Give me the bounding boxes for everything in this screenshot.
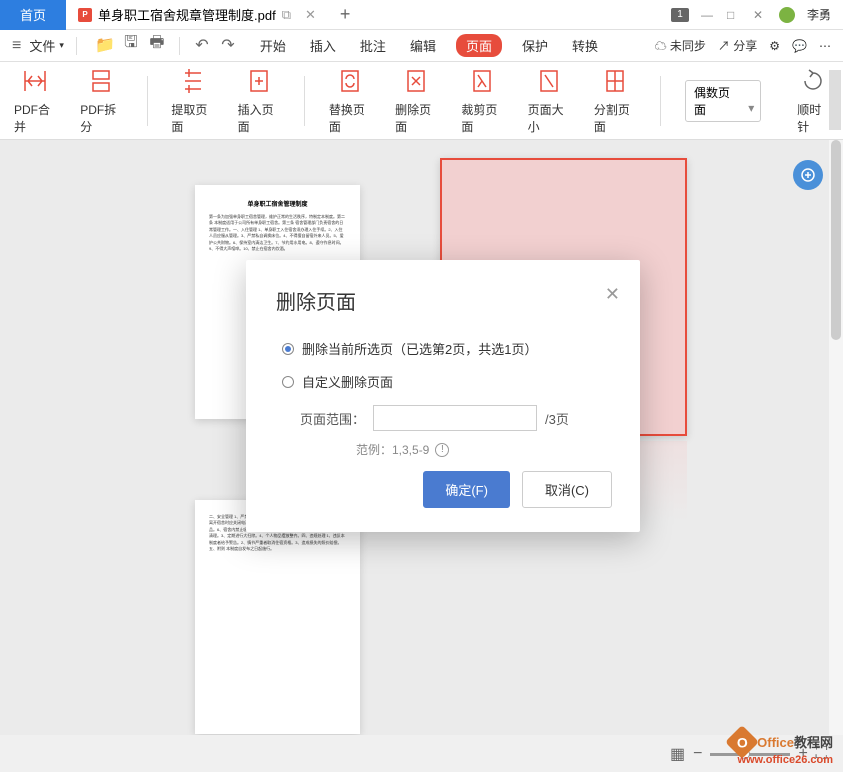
page-size-button[interactable]: 页面大小 — [528, 67, 570, 135]
save-icon[interactable]: 🖫 — [123, 37, 139, 53]
divide-icon — [601, 67, 629, 95]
pdf-merge-button[interactable]: PDF合并 — [14, 67, 56, 135]
range-label: 页面范围： — [300, 409, 365, 428]
user-avatar[interactable] — [779, 7, 795, 23]
toolbar: PDF合并 PDF拆分 提取页面 插入页面 替换页面 删除页面 裁剪页面 页面大… — [0, 62, 843, 140]
cancel-button[interactable]: 取消(C) — [522, 471, 612, 508]
statusbar: ▦ − + ⛶ — [0, 736, 843, 772]
user-name[interactable]: 李勇 — [807, 6, 831, 23]
float-action-button[interactable] — [793, 160, 823, 190]
menubar: ≡ 文件▾ 📁 🖫 🖶 ↶ ↷ 开始 插入 批注 编辑 页面 保护 转换 ☁ 未… — [0, 30, 843, 62]
crop-icon — [468, 67, 496, 95]
replace-page-button[interactable]: 替换页面 — [329, 67, 371, 135]
document-tab[interactable]: P 单身职工宿舍规章管理制度.pdf ⧉ ✕ — [66, 0, 328, 30]
tab-window-icon[interactable]: ⧉ — [282, 7, 291, 23]
notification-badge[interactable]: 1 — [671, 8, 689, 22]
page1-title: 单身职工宿舍管理制度 — [209, 199, 346, 208]
tab-edit[interactable]: 编辑 — [406, 34, 440, 57]
document-name: 单身职工宿舍规章管理制度.pdf — [98, 5, 276, 24]
home-tab[interactable]: 首页 — [0, 0, 66, 30]
settings-icon[interactable]: ⚙ — [769, 39, 780, 53]
vertical-scrollbar[interactable] — [829, 140, 843, 735]
option-custom-delete[interactable]: 自定义删除页面 — [282, 372, 610, 391]
radio-checked-icon — [282, 343, 294, 355]
close-window-icon[interactable]: ✕ — [753, 8, 767, 22]
zoom-out-button[interactable]: − — [693, 745, 702, 763]
replace-icon — [336, 67, 364, 95]
more-icon[interactable]: ⋯ — [819, 39, 831, 53]
extract-page-button[interactable]: 提取页面 — [171, 67, 213, 135]
titlebar: 首页 P 单身职工宿舍规章管理制度.pdf ⧉ ✕ + 1 — □ ✕ 李勇 — [0, 0, 843, 30]
ok-button[interactable]: 确定(F) — [423, 471, 510, 508]
tab-convert[interactable]: 转换 — [568, 34, 602, 57]
crop-page-button[interactable]: 裁剪页面 — [461, 67, 503, 135]
dialog-title: 删除页面 — [276, 286, 610, 315]
view-mode-icon[interactable]: ▦ — [670, 744, 685, 764]
page-filter-select[interactable]: 偶数页面 — [685, 80, 761, 122]
sync-status[interactable]: ☁ 未同步 — [655, 37, 706, 54]
tab-protect[interactable]: 保护 — [518, 34, 552, 57]
example-text: 范例：1,3,5-9 — [356, 441, 429, 458]
feedback-icon[interactable]: 💬 — [792, 39, 807, 53]
print-icon[interactable]: 🖶 — [149, 37, 165, 53]
split-icon — [87, 67, 115, 95]
tab-page[interactable]: 页面 — [456, 34, 502, 57]
add-tab-button[interactable]: + — [328, 4, 363, 25]
info-icon[interactable]: ! — [435, 443, 449, 457]
page-thumbnail-3[interactable]: 二、安全管理 1、严禁在宿舍内使用大功率电器。2、不得私拉乱接电线。3、离开宿舍… — [195, 500, 360, 734]
delete-page-button[interactable]: 删除页面 — [395, 67, 437, 135]
scrollbar-thumb[interactable] — [831, 140, 841, 340]
option-delete-selected[interactable]: 删除当前所选页（已选第2页，共选1页） — [282, 339, 610, 358]
delete-page-dialog: 删除页面 ✕ 删除当前所选页（已选第2页，共选1页） 自定义删除页面 页面范围：… — [246, 260, 640, 532]
file-menu[interactable]: 文件▾ — [29, 36, 64, 55]
rotate-button[interactable]: 顺时针 — [797, 67, 829, 135]
pdf-split-button[interactable]: PDF拆分 — [80, 67, 122, 135]
maximize-icon[interactable]: □ — [727, 8, 741, 22]
merge-icon — [21, 67, 49, 95]
total-pages-label: /3页 — [545, 409, 569, 428]
page-range-input[interactable] — [373, 405, 537, 431]
delete-icon — [402, 67, 430, 95]
redo-icon[interactable]: ↷ — [220, 37, 236, 53]
undo-icon[interactable]: ↶ — [194, 37, 210, 53]
size-icon — [535, 67, 563, 95]
extract-icon — [179, 67, 207, 95]
insert-page-button[interactable]: 插入页面 — [238, 67, 280, 135]
watermark: O Office教程网 www.office26.com — [730, 730, 833, 766]
toolbar-expand[interactable] — [829, 70, 841, 130]
insert-icon — [245, 67, 273, 95]
dialog-close-icon[interactable]: ✕ — [605, 284, 620, 305]
menu-icon[interactable]: ≡ — [12, 37, 21, 55]
share-button[interactable]: ↗ 分享 — [718, 37, 757, 54]
tab-start[interactable]: 开始 — [256, 34, 290, 57]
tab-insert[interactable]: 插入 — [306, 34, 340, 57]
rotate-cw-icon — [799, 67, 827, 95]
radio-unchecked-icon — [282, 376, 294, 388]
close-tab-icon[interactable]: ✕ — [305, 7, 316, 23]
pdf-icon: P — [78, 8, 92, 22]
minimize-icon[interactable]: — — [701, 8, 715, 22]
tab-annotate[interactable]: 批注 — [356, 34, 390, 57]
open-icon[interactable]: 📁 — [97, 37, 113, 53]
split-page-button[interactable]: 分割页面 — [594, 67, 636, 135]
